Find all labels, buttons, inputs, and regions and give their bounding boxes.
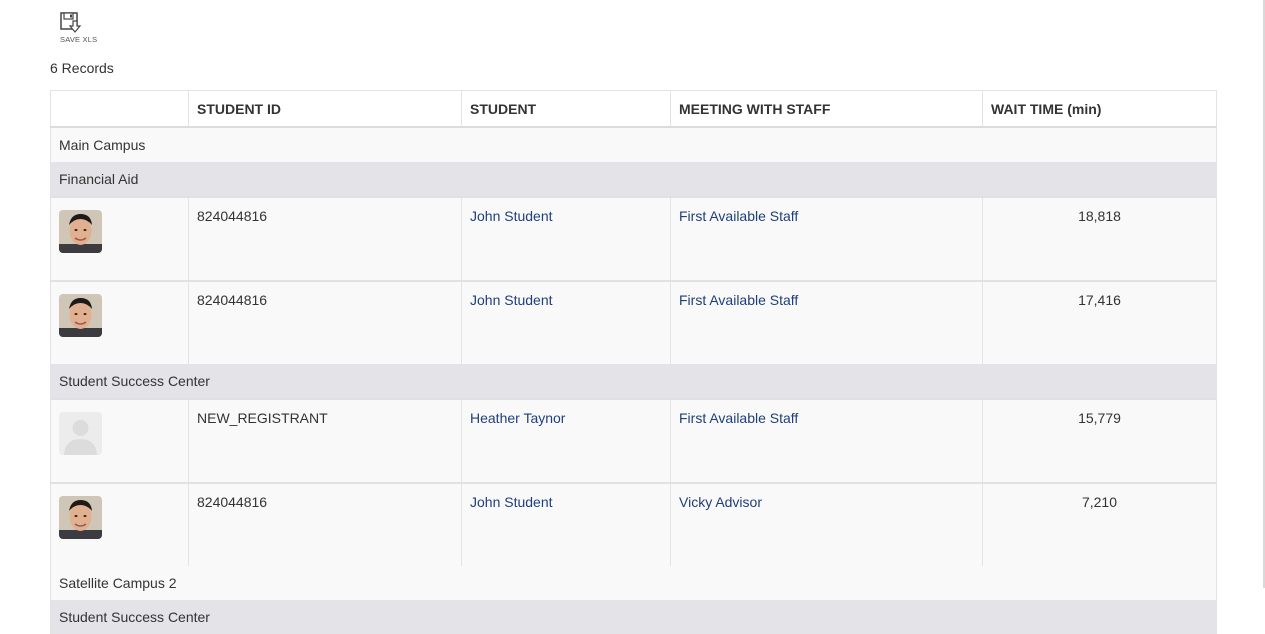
table-header-row: STUDENT ID STUDENT MEETING WITH STAFF WA… [50,90,1217,128]
wait-time-cell: 17,416 [982,280,1217,364]
student-cell: John Student [461,196,671,281]
student-photo [59,496,102,539]
header-photo [50,90,189,128]
student-link[interactable]: John Student [470,208,553,224]
header-meeting-with-staff[interactable]: MEETING WITH STAFF [670,90,983,128]
department-name: Financial Aid [50,162,1217,197]
staff-cell: Vicky Advisor [670,482,983,566]
student-id-cell: 824044816 [188,482,462,566]
staff-cell: First Available Staff [670,280,983,364]
photo-cell [50,280,189,364]
staff-link[interactable]: First Available Staff [679,292,798,308]
department-group-row: Financial Aid [50,162,1217,197]
photo-cell [50,196,189,281]
department-name: Student Success Center [50,600,1217,634]
staff-link[interactable]: First Available Staff [679,410,798,426]
department-name: Student Success Center [50,364,1217,399]
student-link[interactable]: John Student [470,292,553,308]
header-wait-time[interactable]: WAIT TIME (min) [982,90,1217,128]
header-student[interactable]: STUDENT [461,90,671,128]
campus-group-row: Main Campus [50,127,1217,162]
department-group-row: Student Success Center [50,364,1217,399]
campus-name: Main Campus [50,127,1217,162]
header-student-id[interactable]: STUDENT ID [188,90,462,128]
student-photo [59,294,102,337]
student-id-cell: 824044816 [188,280,462,364]
department-group-row: Student Success Center [50,600,1217,634]
save-xls-button[interactable]: SAVE XLS [58,12,102,46]
photo-cell [50,398,189,483]
student-cell: John Student [461,280,671,364]
table-row: 824044816 John Student Vicky Advisor 7,2… [50,482,1217,566]
student-id-cell: NEW_REGISTRANT [188,398,462,483]
student-cell: Heather Taynor [461,398,671,483]
placeholder-avatar [59,412,102,455]
staff-link[interactable]: Vicky Advisor [679,494,762,510]
wait-time-cell: 7,210 [982,482,1217,566]
wait-time-table: STUDENT ID STUDENT MEETING WITH STAFF WA… [50,90,1217,634]
wait-time-cell: 15,779 [982,398,1217,483]
campus-name: Satellite Campus 2 [50,566,1217,600]
table-row: NEW_REGISTRANT Heather Taynor First Avai… [50,398,1217,483]
student-id-cell: 824044816 [188,196,462,281]
staff-link[interactable]: First Available Staff [679,208,798,224]
student-link[interactable]: Heather Taynor [470,410,565,426]
student-link[interactable]: John Student [470,494,553,510]
photo-cell [50,482,189,566]
table-row: 824044816 John Student First Available S… [50,196,1217,281]
table-row: 824044816 John Student First Available S… [50,280,1217,364]
campus-group-row: Satellite Campus 2 [50,566,1217,600]
staff-cell: First Available Staff [670,398,983,483]
floppy-disk-download-icon [60,12,82,33]
wait-time-cell: 18,818 [982,196,1217,281]
save-xls-label: SAVE XLS [60,35,98,44]
record-count: 6 Records [50,60,114,76]
student-cell: John Student [461,482,671,566]
student-photo [59,210,102,253]
staff-cell: First Available Staff [670,196,983,281]
